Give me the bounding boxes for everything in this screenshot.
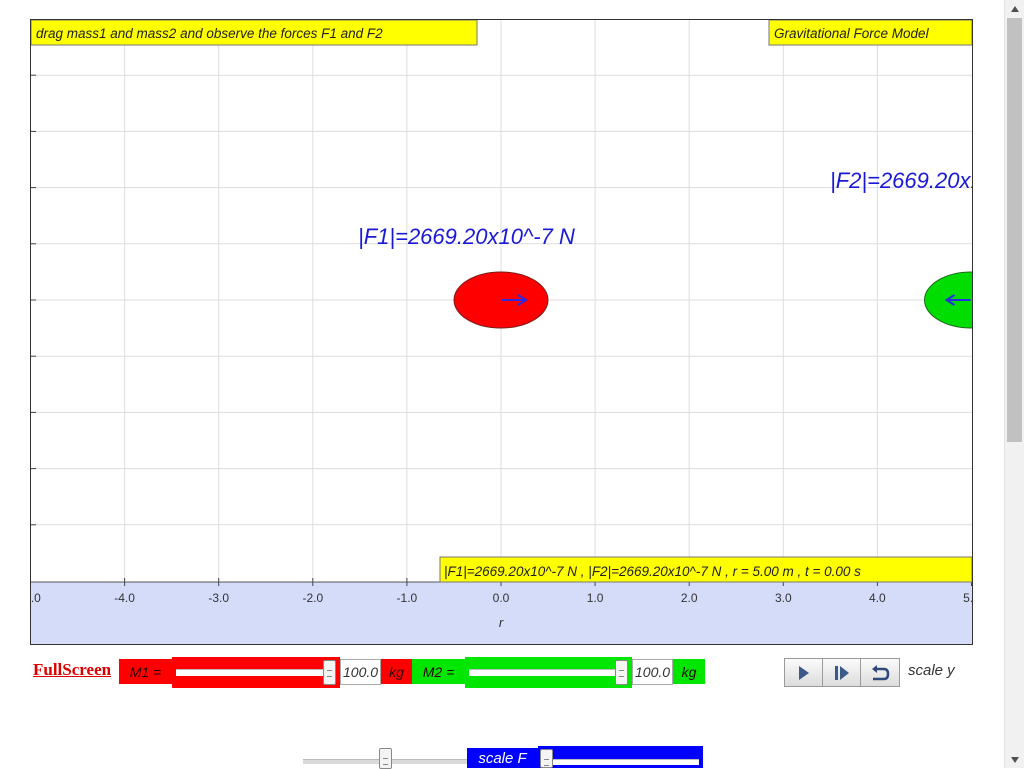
x-tick-label: 1.0 — [587, 591, 604, 605]
m2-slider[interactable] — [465, 657, 632, 688]
status-text: |F1|=2669.20x10^-7 N , |F2|=2669.20x10^-… — [444, 564, 861, 579]
mass1[interactable] — [453, 271, 549, 329]
scroll-up-button[interactable] — [1005, 0, 1024, 17]
scale-f-slider-thumb[interactable] — [540, 749, 553, 768]
scale-y-slider[interactable] — [303, 747, 467, 769]
m1-slider[interactable] — [172, 657, 340, 688]
x-tick-label: 2.0 — [681, 591, 698, 605]
scale-y-label: scale y — [908, 662, 955, 679]
x-tick-label: 3.0 — [775, 591, 792, 605]
m1-slider-thumb[interactable] — [323, 660, 336, 685]
scroll-down-button[interactable] — [1005, 751, 1024, 768]
scale-f-slider[interactable] — [538, 746, 703, 768]
x-tick-label: -2.0 — [302, 591, 323, 605]
x-tick-label: 4.0 — [869, 591, 886, 605]
reset-icon — [872, 664, 890, 680]
scale-y-slider-thumb[interactable] — [378, 748, 392, 769]
scroll-thumb[interactable] — [1007, 18, 1022, 442]
reset-button[interactable] — [860, 658, 900, 687]
step-forward-icon — [834, 665, 849, 680]
scale-f-slider-track[interactable] — [542, 759, 699, 765]
fullscreen-link[interactable]: FullScreen — [33, 660, 111, 680]
mass1-ellipse[interactable] — [453, 271, 549, 329]
x-tick-label: -4.0 — [114, 591, 135, 605]
m2-slider-thumb[interactable] — [615, 660, 628, 685]
x-tick-label: -3.0 — [208, 591, 229, 605]
play-button[interactable] — [784, 658, 823, 687]
model-title: Gravitational Force Model — [774, 26, 930, 41]
chevron-down-icon — [1010, 756, 1019, 763]
x-tick-label: -5.0 — [31, 591, 41, 605]
m1-label: M1 = — [119, 659, 172, 684]
x-tick-label: -1.0 — [397, 591, 418, 605]
m2-slider-track[interactable] — [469, 669, 626, 676]
m1-slider-track[interactable] — [176, 669, 334, 676]
force-f1-label: |F1|=2669.20x10^-7 N — [358, 224, 575, 249]
x-tick-label: 5.0 — [963, 591, 972, 605]
play-icon — [798, 665, 809, 680]
m1-unit: kg — [381, 659, 412, 684]
vertical-scrollbar[interactable] — [1004, 0, 1024, 768]
x-tick-label: 0.0 — [493, 591, 510, 605]
instruction-text: drag mass1 and mass2 and observe the for… — [36, 26, 383, 41]
step-button[interactable] — [822, 658, 861, 687]
plot-area[interactable]: -5.0 -4.0 -3.0 -2.0 -1.0 0.0 1.0 2.0 3.0 4.0 5.0 r… — [31, 20, 972, 644]
m2-value-field[interactable]: 100.0 — [632, 659, 673, 685]
simulation-panel[interactable]: -5.0 -4.0 -3.0 -2.0 -1.0 0.0 1.0 2.0 3.0 4.0 5.0 r… — [30, 19, 973, 645]
m2-unit: kg — [673, 659, 705, 684]
m2-label: M2 = — [412, 659, 465, 684]
force-f2-label: |F2|=2669.20x10^-7 N — [830, 168, 972, 193]
m1-value-field[interactable]: 100.0 — [340, 659, 381, 685]
x-axis-label: r — [499, 615, 504, 630]
chevron-up-icon — [1010, 5, 1019, 12]
scale-f-label: scale F — [467, 748, 538, 768]
